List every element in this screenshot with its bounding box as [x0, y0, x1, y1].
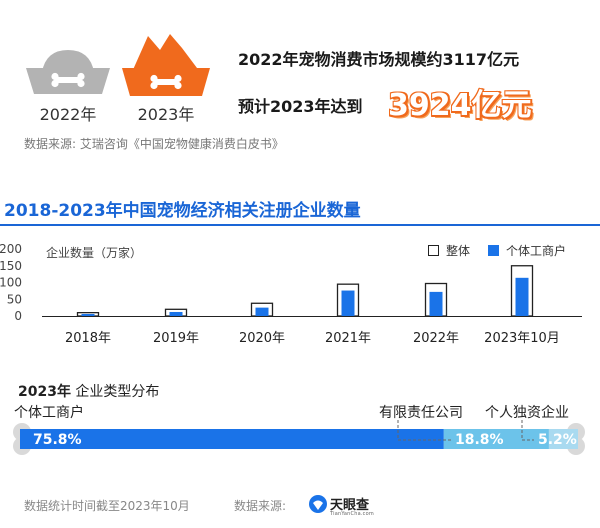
enterprise-count-bar-chart: 200 150 100 50 0 2018年 2019年 2020年 2021年 2022年 202… [0, 242, 582, 346]
bowl-label-2023: 2023年 [137, 105, 195, 124]
distribution-title: 2023年 企业类型分布 [18, 381, 159, 401]
bowl-2022-icon [26, 50, 110, 94]
bar-individual-3 [341, 290, 355, 316]
pct-limited: 18.8% [455, 432, 504, 448]
footer-brand-sub: TianYanCha.com [330, 511, 374, 517]
headline-market-size: 2022年宠物消费市场规模约3117亿元 [238, 50, 520, 69]
x-tick-label: 2021年 [325, 331, 371, 346]
section-title: 2018-2023年中国宠物经济相关注册企业数量 [4, 201, 361, 221]
x-tick-label: 2019年 [153, 331, 199, 346]
x-tick-label: 2022年 [413, 331, 459, 346]
bar-individual-1 [169, 311, 183, 316]
bar-individual-2 [255, 307, 269, 316]
distribution-title-year: 2023年 [18, 384, 71, 400]
x-tick-label: 2023年10月 [484, 331, 560, 346]
bowl-2023-icon [122, 34, 210, 96]
tianyancha-logo-icon [309, 495, 327, 513]
x-tick-label: 2020年 [239, 331, 285, 346]
footer-cutoff: 数据统计时间截至2023年10月 [24, 499, 190, 513]
bowl-label-2022: 2022年 [39, 105, 97, 124]
section-title-underline [0, 224, 600, 226]
y-tick-label: 150 [0, 259, 22, 273]
y-tick-label: 50 [7, 292, 22, 306]
y-tick-label: 200 [0, 242, 22, 256]
segment-0 [20, 429, 444, 449]
distribution-title-rest: 企业类型分布 [75, 384, 160, 400]
pct-individual: 75.8% [33, 432, 82, 448]
pct-sole: 5.2% [538, 432, 577, 448]
bar-individual-5 [515, 277, 529, 316]
forecast-big-number: 3924亿元 [387, 87, 532, 124]
y-tick-label: 0 [14, 309, 22, 323]
x-tick-label: 2018年 [65, 331, 111, 346]
header-source: 数据来源: 艾瑞咨询《中国宠物健康消费白皮书》 [24, 137, 284, 151]
headline-forecast: 预计2023年达到 [238, 97, 363, 116]
enterprise-type-stacked-bar [13, 420, 585, 455]
y-tick-label: 100 [0, 276, 22, 290]
bar-individual-0 [81, 313, 95, 316]
footer-source-label: 数据来源: [234, 499, 287, 513]
bar-individual-4 [429, 291, 443, 316]
